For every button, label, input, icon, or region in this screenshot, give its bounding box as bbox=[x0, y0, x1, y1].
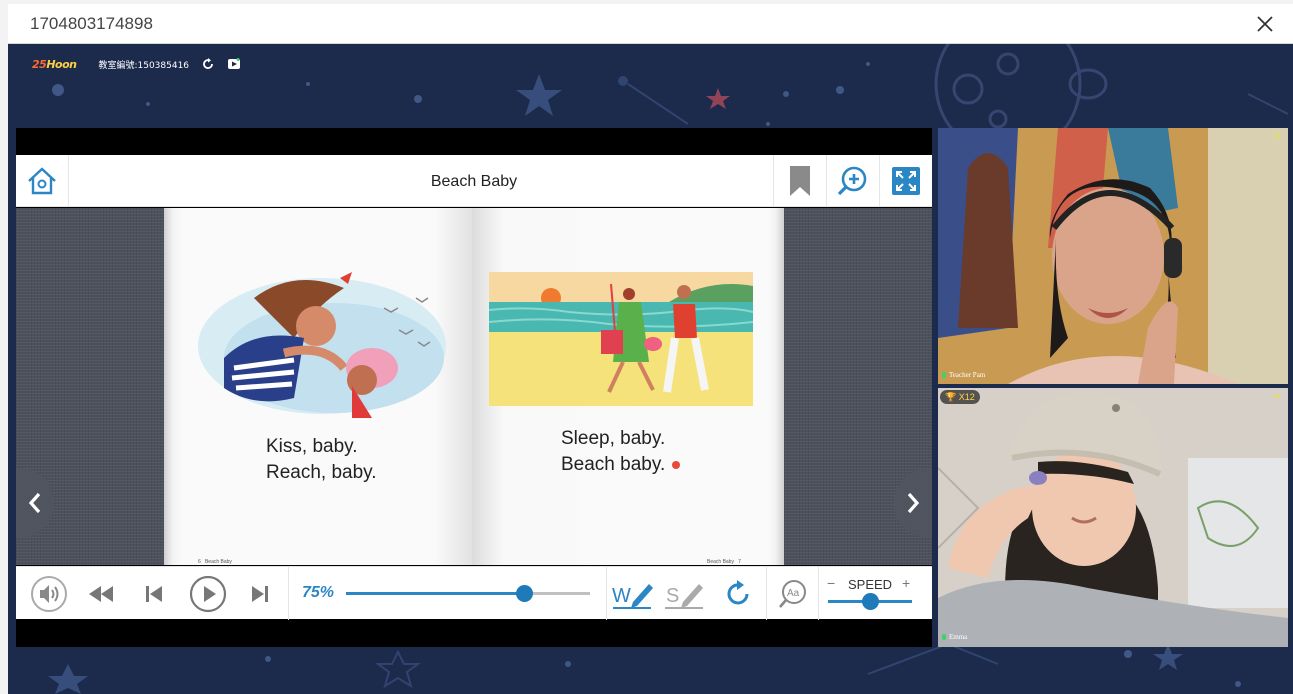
speaker-icon bbox=[31, 575, 67, 612]
title-bar: 1704803174898 bbox=[8, 4, 1293, 44]
video-player-icon[interactable] bbox=[227, 57, 241, 71]
sentence-highlight-button[interactable]: S bbox=[660, 567, 710, 620]
repeat-icon bbox=[727, 579, 749, 604]
trophy-badge: 🏆 X12 bbox=[940, 390, 980, 404]
play-button[interactable] bbox=[186, 567, 230, 620]
zoom-level: 75% bbox=[302, 584, 335, 601]
bookmark-button[interactable] bbox=[773, 155, 825, 207]
book-spread: Kiss, baby. Reach, baby. 6 Beach Baby Sl… bbox=[16, 208, 932, 565]
window-title: 1704803174898 bbox=[30, 14, 153, 33]
left-page-line2: Reach, baby. bbox=[266, 462, 377, 483]
speed-slider[interactable] bbox=[828, 593, 912, 610]
zoom-slider-knob[interactable] bbox=[516, 585, 534, 602]
speed-increase-button[interactable]: + bbox=[902, 575, 910, 591]
volume-button[interactable] bbox=[24, 567, 74, 620]
toolbar-divider bbox=[606, 567, 607, 620]
student-name-label: Emma bbox=[942, 633, 967, 641]
brand-logo: 25Hoon bbox=[32, 57, 77, 71]
reader-toolbar: 75% W S Aa − SPEED + bbox=[16, 566, 932, 620]
left-page-footer: 6 Beach Baby bbox=[198, 559, 232, 565]
skip-forward-icon bbox=[252, 585, 268, 602]
repeat-button[interactable] bbox=[716, 567, 760, 620]
mic-icon bbox=[942, 372, 946, 379]
play-icon bbox=[189, 575, 227, 612]
sentence-pen-icon: S bbox=[665, 583, 703, 609]
mother-kissing-baby-illustration bbox=[198, 272, 446, 418]
speed-label: SPEED bbox=[848, 577, 893, 592]
svg-text:S: S bbox=[666, 585, 679, 607]
svg-text:Aa: Aa bbox=[787, 588, 800, 599]
fullscreen-button[interactable] bbox=[879, 155, 931, 207]
right-page-line2: Beach baby. bbox=[561, 454, 666, 475]
reader-header: Beach Baby bbox=[16, 155, 932, 207]
room-number: 教室編號:150385416 bbox=[98, 60, 190, 71]
classroom-window: 1704803174898 25Hoon 教室編號:150385416 Beac… bbox=[8, 4, 1293, 694]
ebook-reader: Beach Baby Kiss, baby. Reach, baby. 6 Be… bbox=[16, 128, 932, 647]
left-page-line1: Kiss, baby. bbox=[266, 436, 358, 457]
room-info-bar: 25Hoon 教室編號:150385416 bbox=[32, 54, 241, 74]
toolbar-divider bbox=[818, 567, 819, 620]
audio-marker-icon[interactable] bbox=[672, 461, 680, 469]
right-page-footer: Beach Baby 7 bbox=[707, 559, 741, 565]
teacher-video-tile: Teacher Pam bbox=[938, 128, 1288, 384]
bookmark-icon bbox=[789, 166, 810, 196]
classroom-stage: 25Hoon 教室編號:150385416 Beach Baby Kiss, b… bbox=[8, 44, 1293, 694]
text-zoom-icon: Aa bbox=[779, 579, 806, 608]
mic-icon bbox=[942, 634, 946, 641]
toolbar-divider bbox=[766, 567, 767, 620]
speed-decrease-button[interactable]: − bbox=[827, 575, 835, 591]
chevron-right-icon bbox=[907, 492, 920, 514]
student-video-tile: 🏆 X12 Emma bbox=[938, 388, 1288, 647]
word-highlight-button[interactable]: W bbox=[608, 567, 658, 620]
rewind-button[interactable] bbox=[82, 567, 120, 620]
teacher-video-feed bbox=[938, 128, 1288, 384]
home-icon bbox=[28, 167, 56, 195]
rewind-icon bbox=[89, 585, 113, 602]
left-page-text: Kiss, baby. Reach, baby. bbox=[266, 434, 377, 486]
zoom-slider[interactable] bbox=[346, 585, 590, 602]
right-page-line1: Sleep, baby. bbox=[561, 428, 666, 449]
speed-slider-knob[interactable] bbox=[862, 593, 879, 610]
teacher-name-label: Teacher Pam bbox=[942, 371, 985, 379]
fullscreen-icon bbox=[891, 167, 920, 195]
beach-walk-illustration bbox=[489, 272, 753, 406]
word-pen-icon: W bbox=[612, 583, 653, 609]
zoom-in-button[interactable] bbox=[826, 155, 878, 207]
student-video-feed bbox=[938, 388, 1288, 647]
skip-back-icon bbox=[146, 585, 162, 602]
trophy-icon: 🏆 bbox=[945, 391, 957, 402]
page-edge-left bbox=[164, 208, 172, 565]
page-edge-right bbox=[776, 208, 784, 565]
next-track-button[interactable] bbox=[242, 567, 278, 620]
zoom-in-icon bbox=[837, 166, 866, 196]
zoom-slider-fill bbox=[346, 592, 525, 595]
svg-text:W: W bbox=[612, 585, 631, 607]
refresh-icon[interactable] bbox=[201, 57, 215, 71]
right-page-text: Sleep, baby. Beach baby. bbox=[561, 426, 665, 478]
font-size-button[interactable]: Aa bbox=[768, 567, 818, 620]
home-button[interactable] bbox=[16, 155, 69, 207]
chevron-left-icon bbox=[28, 492, 41, 514]
previous-track-button[interactable] bbox=[136, 567, 172, 620]
toolbar-divider bbox=[288, 567, 289, 620]
close-icon[interactable] bbox=[1251, 10, 1279, 38]
